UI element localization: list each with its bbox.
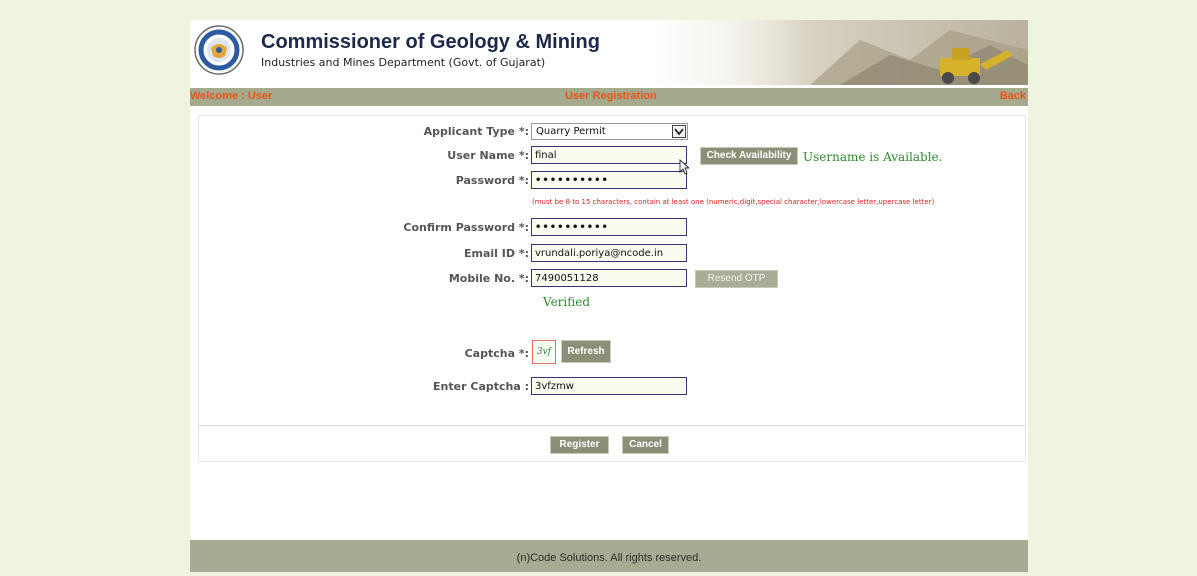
registration-form: Applicant Type *: Quarry Permit User Nam… <box>198 115 1026 462</box>
confirm-password-input[interactable] <box>531 218 687 236</box>
back-link[interactable]: Back <box>1000 90 1026 102</box>
page: Commissioner of Geology & Mining Industr… <box>0 0 1197 576</box>
chevron-down-icon[interactable] <box>672 125 686 138</box>
check-availability-button[interactable]: Check Availability <box>700 147 798 165</box>
enter-captcha-input[interactable] <box>531 377 687 395</box>
mobile-verified-message: Verified <box>543 295 591 309</box>
email-label: Email ID *: <box>464 247 529 260</box>
page-title: User Registration <box>565 90 657 102</box>
password-input[interactable] <box>531 171 687 189</box>
username-input[interactable] <box>531 146 687 164</box>
email-input[interactable] <box>531 244 687 262</box>
username-available-message: Username is Available. <box>803 150 943 164</box>
resend-otp-button[interactable]: Resend OTP <box>695 270 778 288</box>
mobile-input[interactable] <box>531 269 687 287</box>
confirm-password-label: Confirm Password *: <box>403 221 529 234</box>
welcome-user-text: Welcome : User <box>190 90 273 102</box>
captcha-label: Captcha *: <box>464 347 529 360</box>
main-container: Commissioner of Geology & Mining Industr… <box>190 20 1028 572</box>
site-subtitle: Industries and Mines Department (Govt. o… <box>261 56 546 69</box>
mouse-cursor-icon <box>679 159 689 175</box>
mobile-label: Mobile No. *: <box>448 272 529 285</box>
applicant-type-select[interactable]: Quarry Permit <box>531 123 688 140</box>
site-header: Commissioner of Geology & Mining Industr… <box>190 20 1028 85</box>
form-divider <box>199 425 1025 426</box>
nav-bar: Welcome : User User Registration Back <box>190 88 1028 106</box>
captcha-refresh-button[interactable]: Refresh <box>561 340 611 363</box>
applicant-type-label: Applicant Type *: <box>423 125 529 138</box>
username-label: User Name *: <box>447 149 529 162</box>
applicant-type-value: Quarry Permit <box>536 126 606 137</box>
cancel-button[interactable]: Cancel <box>622 436 669 454</box>
mining-banner-image <box>690 20 1028 85</box>
register-button[interactable]: Register <box>550 436 609 454</box>
enter-captcha-label: Enter Captcha : <box>433 380 529 393</box>
gujarat-seal-icon <box>194 25 244 75</box>
password-label: Password *: <box>455 174 529 187</box>
site-title: Commissioner of Geology & Mining <box>261 31 600 53</box>
password-hint: (must be 8 to 15 characters, contain at … <box>532 198 935 206</box>
captcha-image: 3vf <box>532 340 556 364</box>
site-footer: (n)Code Solutions. All rights reserved. <box>190 540 1028 572</box>
